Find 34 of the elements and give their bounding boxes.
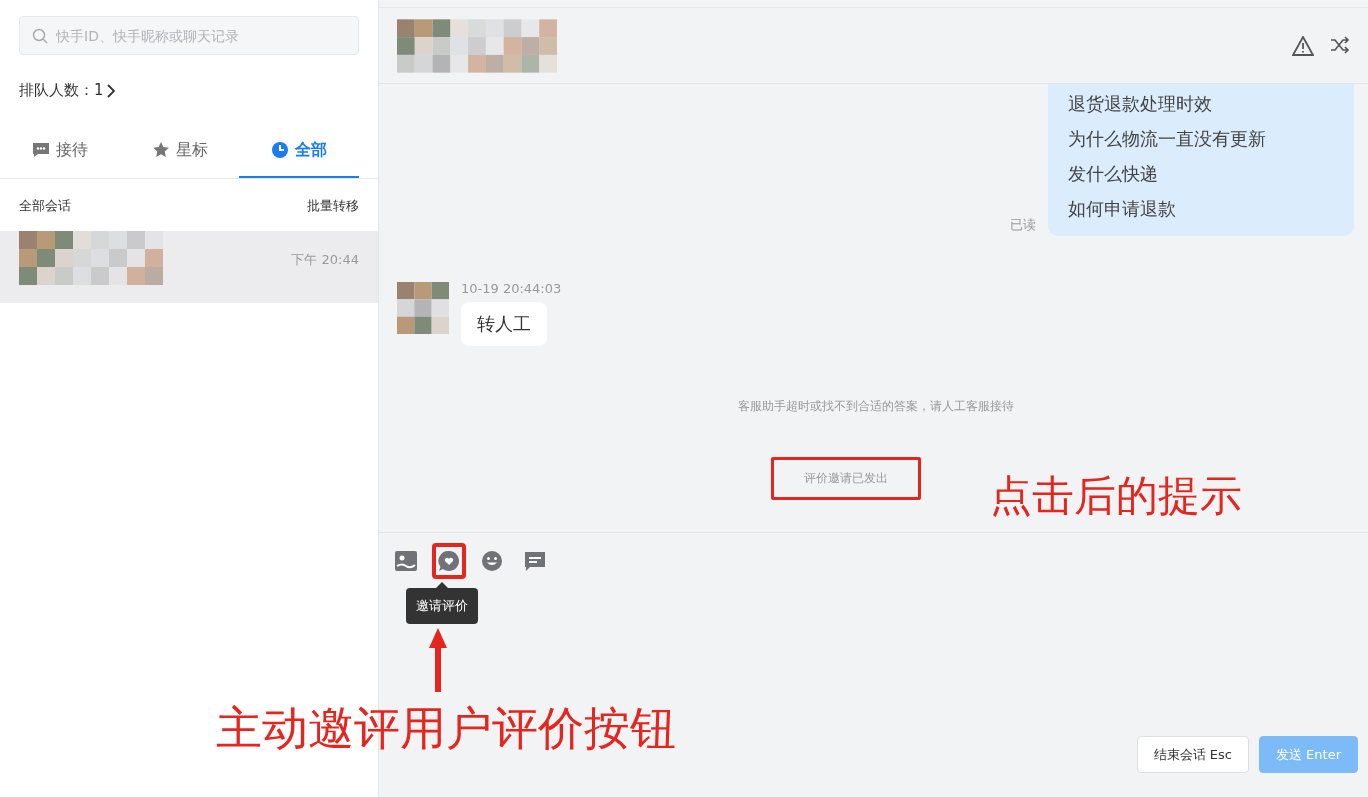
system-notice: 评价邀请已发出 <box>770 457 921 500</box>
star-icon <box>151 141 170 159</box>
image-icon <box>395 551 417 571</box>
quick-question: 如何申请退款 <box>1068 197 1177 221</box>
end-session-button[interactable]: 结束会话 Esc <box>1136 736 1249 773</box>
message-bubble: 转人工 <box>461 302 547 346</box>
quick-question: 退货退款处理时效 <box>1068 92 1213 116</box>
toolbar-button[interactable] <box>432 543 466 579</box>
heart-comment-icon <box>438 550 460 572</box>
tab[interactable]: 星标 <box>119 124 240 178</box>
tab[interactable]: 接待 <box>0 124 120 178</box>
list-title: 全部会话 <box>19 197 71 215</box>
search-field[interactable]: 快手ID、快手昵称或聊天记录 <box>19 16 359 55</box>
tab[interactable]: 全部 <box>239 124 359 178</box>
system-notice: 客服助手超时或找不到合适的答案，请人工客服接待 <box>737 398 1014 415</box>
chat-icon <box>31 142 50 158</box>
quick-question: 发什么快递 <box>1068 162 1159 186</box>
annotation-text: 主动邀评用户评价按钮 <box>216 700 676 757</box>
warning-icon[interactable] <box>1292 35 1314 56</box>
chevron-right-icon[interactable] <box>105 83 116 98</box>
queue-count[interactable]: 排队人数：1 <box>19 81 104 100</box>
tooltip: 邀请评价 <box>406 582 478 624</box>
clock-icon <box>271 141 290 159</box>
conversation-time: 下午 20:44 <box>291 251 359 269</box>
arrow <box>428 628 448 692</box>
emoji-icon <box>481 550 503 572</box>
batch-transfer-link[interactable]: 批量转移 <box>307 197 359 215</box>
message-time: 10-19 20:44:03 <box>461 281 562 296</box>
read-status: 已读 <box>1010 216 1036 234</box>
search-icon <box>32 28 48 44</box>
shuffle-icon[interactable] <box>1330 35 1350 54</box>
quick-question: 为什么物流一直没有更新 <box>1068 127 1267 151</box>
message-icon <box>524 550 546 572</box>
annotation-text: 点击后的提示 <box>990 470 1242 522</box>
